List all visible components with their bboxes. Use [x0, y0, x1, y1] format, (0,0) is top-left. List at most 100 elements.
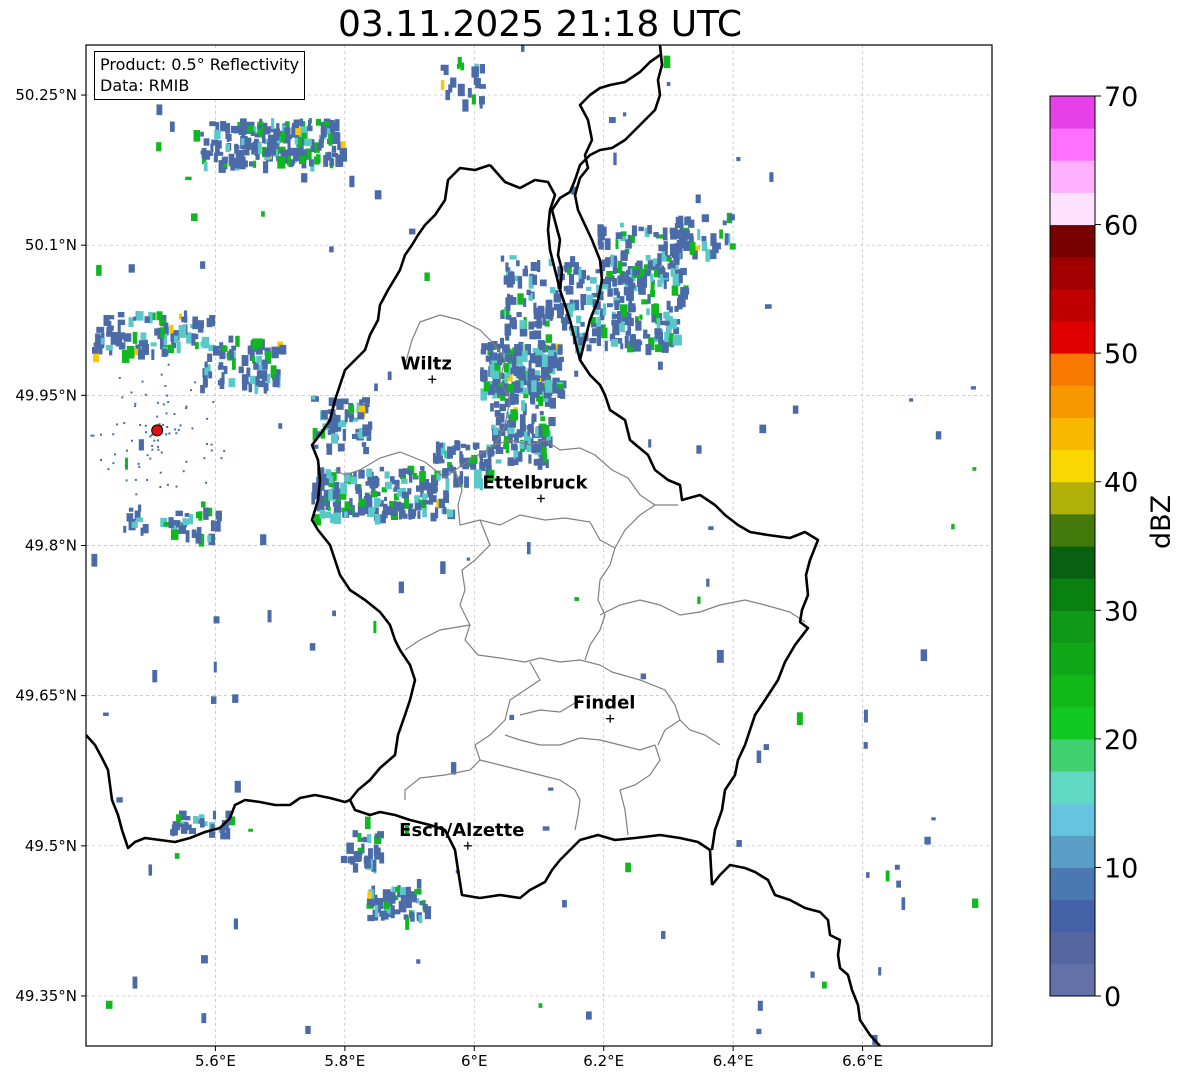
- echo-pixel: [153, 439, 156, 442]
- echo-pixel: [363, 857, 370, 864]
- echo-pixel: [549, 315, 553, 321]
- colorbar-segment: [1050, 546, 1095, 579]
- echo-pixel: [563, 286, 570, 292]
- echo-pixel: [479, 96, 485, 105]
- colorbar-tick-label: 30: [1104, 596, 1138, 627]
- echo-pixel: [220, 121, 227, 132]
- echo-pixel: [214, 520, 221, 532]
- echo-pixel: [118, 342, 126, 350]
- echo-pixel: [165, 412, 168, 415]
- echo-pixel: [140, 527, 144, 536]
- echo-pixel: [174, 853, 180, 859]
- echo-pixel: [719, 229, 723, 239]
- echo-pixel: [608, 117, 616, 123]
- echo-pixel: [233, 918, 239, 930]
- echo-pixel: [193, 130, 201, 142]
- echo-pixel: [249, 375, 257, 385]
- echo-pixel: [545, 334, 552, 343]
- echo-pixel: [185, 407, 188, 410]
- echo-pixel: [352, 863, 359, 873]
- echo-pixel: [254, 138, 259, 144]
- echo-pixel: [970, 386, 976, 390]
- echo-pixel: [423, 500, 431, 505]
- echo-pixel: [123, 525, 127, 533]
- echo-pixel: [206, 417, 209, 420]
- echo-pixel: [510, 409, 518, 421]
- echo-pixel: [537, 259, 541, 273]
- echo-pixel: [171, 824, 175, 837]
- echo-pixel: [105, 344, 113, 351]
- echo-pixel: [116, 797, 123, 803]
- colorbar-segment: [1050, 256, 1095, 290]
- colorbar-segment: [1050, 835, 1095, 868]
- echo-pixel: [479, 64, 486, 74]
- echo-pixel: [130, 439, 133, 442]
- echo-pixel: [533, 330, 542, 340]
- echo-pixel: [222, 156, 228, 164]
- colorbar-unit-label: dBZ: [1146, 494, 1177, 549]
- echo-pixel: [679, 222, 684, 232]
- echo-pixel: [528, 454, 532, 464]
- echo-pixel: [866, 872, 870, 878]
- y-tick-label: 49.95°N: [15, 386, 77, 404]
- echo-pixel: [556, 309, 564, 319]
- echo-pixel: [304, 138, 312, 147]
- echo-pixel: [152, 669, 158, 683]
- echo-pixel: [562, 899, 567, 908]
- echo-pixel: [557, 344, 563, 355]
- echo-pixel: [448, 84, 453, 93]
- colorbar-tick-label: 40: [1104, 468, 1138, 499]
- y-tick-label: 50.1°N: [25, 236, 77, 254]
- echo-pixel: [214, 129, 221, 140]
- colorbar-segment: [1050, 321, 1095, 354]
- echo-pixel: [440, 80, 445, 90]
- echo-pixel: [203, 507, 209, 520]
- echo-pixel: [646, 308, 650, 316]
- product-info-box: Product: 0.5° Reflectivity Data: RMIB: [94, 51, 306, 100]
- echo-pixel: [357, 832, 362, 842]
- echo-pixel: [650, 282, 655, 292]
- echo-pixel: [115, 341, 119, 347]
- echo-pixel: [673, 274, 680, 287]
- echo-pixel: [470, 463, 477, 470]
- echo-pixel: [541, 354, 548, 367]
- echo-pixel: [157, 401, 160, 404]
- echo-pixel: [352, 830, 358, 838]
- echo-pixel: [620, 250, 629, 257]
- echo-pixel: [586, 294, 594, 305]
- echo-pixel: [210, 443, 213, 446]
- echo-pixel: [531, 444, 536, 454]
- echo-pixel: [326, 443, 332, 449]
- echo-pixel: [534, 307, 543, 318]
- echo-pixel: [535, 355, 542, 367]
- echo-pixel: [650, 273, 654, 282]
- echo-pixel: [201, 1013, 207, 1024]
- echo-pixel: [885, 870, 890, 882]
- echo-pixel: [670, 267, 675, 277]
- echo-pixel: [666, 257, 672, 262]
- colorbar-segment: [1050, 642, 1095, 676]
- echo-pixel: [235, 335, 240, 347]
- echo-pixel: [299, 118, 304, 127]
- echo-pixel: [134, 478, 137, 481]
- echo-pixel: [520, 380, 524, 389]
- echo-pixel: [503, 362, 509, 373]
- echo-pixel: [162, 423, 165, 426]
- echo-pixel: [542, 453, 548, 463]
- echo-pixel: [604, 340, 608, 352]
- echo-pixel: [480, 371, 488, 382]
- echo-pixel: [340, 855, 348, 863]
- echo-pixel: [598, 241, 604, 250]
- echo-pixel: [614, 300, 620, 310]
- echo-pixel: [729, 243, 736, 250]
- colorbar-segment: [1050, 578, 1095, 611]
- echo-pixel: [138, 504, 142, 512]
- echo-pixel: [320, 128, 327, 138]
- echo-pixel: [225, 123, 231, 134]
- echo-pixel: [542, 368, 547, 381]
- echo-pixel: [323, 490, 329, 498]
- echo-pixel: [188, 513, 194, 525]
- echo-pixel: [467, 87, 472, 98]
- colorbar-tick-label: 20: [1104, 725, 1138, 756]
- echo-pixel: [535, 350, 543, 356]
